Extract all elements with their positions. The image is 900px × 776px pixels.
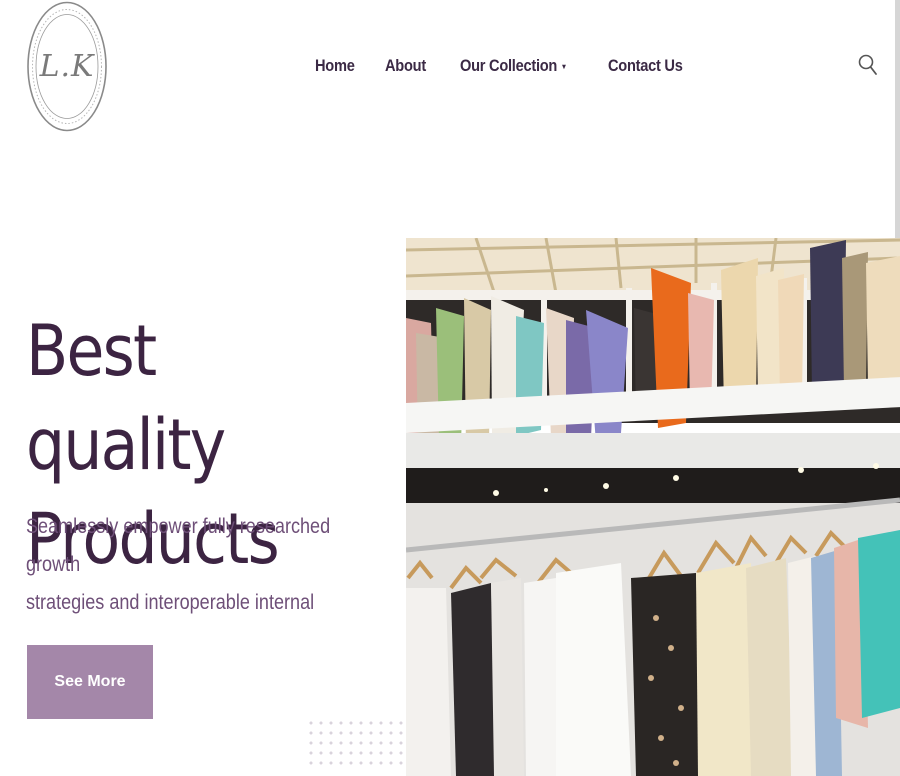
window-edge bbox=[895, 0, 900, 240]
logo-text: L.K bbox=[39, 49, 95, 84]
nav-item-home[interactable]: Home bbox=[315, 56, 355, 76]
nav-item-about[interactable]: About bbox=[385, 56, 426, 76]
hero-subtitle-line-1: Seamlessly empower fully researched grow… bbox=[26, 515, 331, 576]
nav-item-label: Home bbox=[315, 56, 355, 75]
see-more-button[interactable]: See More bbox=[27, 645, 153, 719]
hero-subtitle-line-2: strategies and interoperable internal bbox=[26, 591, 315, 614]
brand-logo[interactable]: L.K bbox=[27, 1, 107, 132]
nav-item-contact-us[interactable]: Contact Us bbox=[608, 56, 683, 76]
hero-subtitle: Seamlessly empower fully researched grow… bbox=[26, 508, 353, 622]
main-nav: Home About Our Collection ▾ Contact Us bbox=[315, 52, 726, 80]
nav-item-label: About bbox=[385, 56, 426, 75]
chevron-down-icon: ▾ bbox=[561, 61, 566, 71]
boutique-illustration bbox=[406, 238, 900, 776]
nav-item-label: Contact Us bbox=[608, 56, 683, 75]
search-icon[interactable] bbox=[858, 53, 878, 77]
hero-title-line-1: Best quality bbox=[26, 310, 226, 486]
nav-item-our-collection[interactable]: Our Collection ▾ bbox=[459, 56, 566, 76]
nav-item-label: Our Collection bbox=[459, 56, 557, 75]
hero-image bbox=[406, 238, 900, 776]
